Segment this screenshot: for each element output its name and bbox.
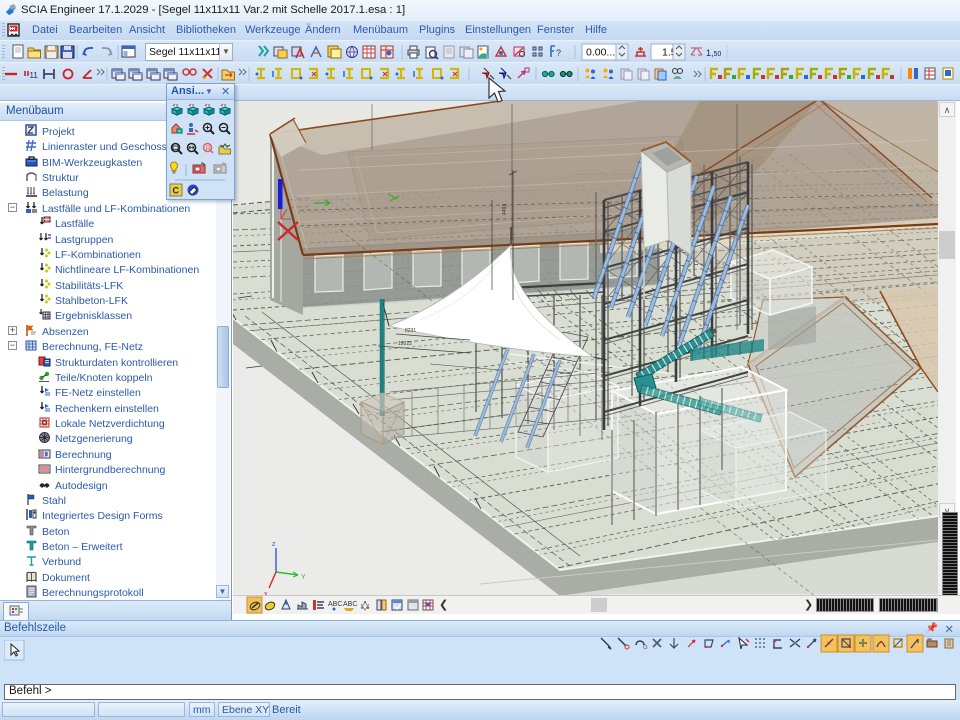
svg-text:Y: Y: [301, 574, 306, 581]
svg-text:R: R: [206, 146, 211, 153]
svg-text:z: z: [272, 541, 276, 548]
svg-text:4493: 4493: [502, 204, 508, 215]
svg-text:12022: 12022: [398, 341, 412, 347]
svg-text:1,50: 1,50: [706, 48, 721, 58]
svg-text:8231: 8231: [405, 328, 416, 334]
svg-text:G: G: [643, 645, 648, 651]
svg-text:ABC: ABC: [343, 601, 357, 608]
svg-text:0.00...: 0.00...: [586, 47, 615, 59]
svg-text:11: 11: [30, 71, 39, 80]
svg-text:C: C: [173, 186, 180, 196]
svg-text:ABC: ABC: [328, 601, 342, 608]
svg-text:?: ?: [556, 48, 561, 58]
